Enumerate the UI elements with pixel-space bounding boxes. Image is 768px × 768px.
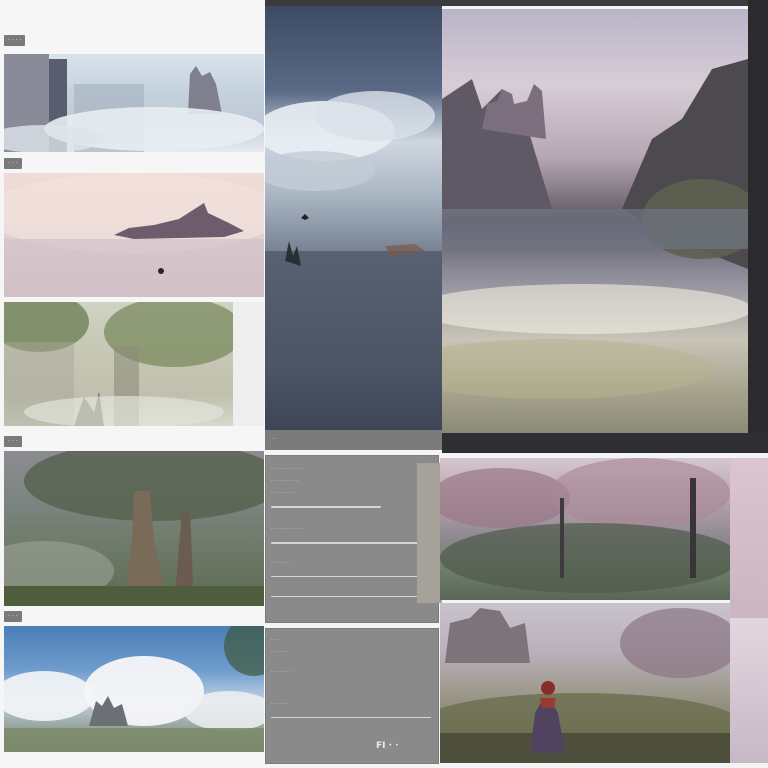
misty-forest-painting <box>4 302 233 426</box>
thumbnail-label-chip[interactable]: · · · · <box>4 35 26 46</box>
thumbnail-castle-figure[interactable] <box>440 603 730 763</box>
thumbnail-blossom-forest[interactable] <box>440 458 730 600</box>
panel-text-line: · · · · · · · <box>271 669 292 675</box>
thumbnail-label-chip[interactable]: · · · <box>4 436 22 447</box>
panel-text-line: · · · · · · · · <box>271 490 295 496</box>
castle-lake-painting <box>392 59 762 399</box>
main-canvas-castle-lake[interactable] <box>392 9 762 433</box>
castle-figure-painting <box>440 608 730 763</box>
panel-rule <box>271 506 381 508</box>
panel-footer-text: FI · · <box>376 741 399 751</box>
large-tree-painting <box>4 451 264 606</box>
right-dark-strip <box>748 0 768 435</box>
thumbnail-label-chip[interactable]: · · · <box>4 611 22 622</box>
prompt-panel: · · · · · · · · · · · · · · · · · · · · … <box>265 628 439 764</box>
thumbnail-misty-ship[interactable] <box>4 173 264 297</box>
panel-rule <box>271 576 431 577</box>
castle-clouds-painting <box>4 54 264 152</box>
lake-clouds-painting <box>255 91 442 371</box>
blossom-forest-painting <box>440 458 730 593</box>
panel-edge-strip <box>417 463 442 603</box>
settings-panel: · · · · · · · · · · · · · · · · · · · · … <box>265 455 439 623</box>
thumbnail-blue-sky-castle[interactable] <box>4 626 264 752</box>
panel-text-line: · · · · · · <box>271 701 289 707</box>
panel-text-line: · · · · · · · · · <box>271 478 299 484</box>
thumbnail-large-tree[interactable] <box>4 451 264 606</box>
image-gallery: · · · · · · · · · · · · · · · · · · · · … <box>0 0 768 768</box>
panel-rule <box>271 542 421 544</box>
main-canvas-lake[interactable] <box>255 6 442 430</box>
canvas-a-footer: · · · <box>265 430 442 450</box>
dark-divider <box>442 433 768 453</box>
canvas-a-footer-label: · · · <box>269 436 277 442</box>
bird-icon <box>301 214 309 220</box>
panel-text-line: · · · · · · · · · · <box>271 466 302 472</box>
panel-text-line: · · · <box>271 637 279 643</box>
thumbnail-gap <box>233 302 264 426</box>
panel-text-line: · · · · · · · <box>271 560 292 566</box>
panel-text-line: · · · · · · · · · · <box>271 526 302 532</box>
panel-rule <box>271 596 431 597</box>
thumbnail-misty-forest[interactable] <box>4 302 233 426</box>
thumbnail-label-chip[interactable]: · · · <box>4 158 22 169</box>
blue-sky-castle-painting <box>4 626 264 752</box>
panel-text-line: · · · · · · <box>271 649 289 655</box>
thumbnail-castle-clouds[interactable] <box>4 54 264 152</box>
edge-painting-strip <box>730 458 768 618</box>
misty-ship-painting <box>4 173 264 297</box>
left-thumbnail-column: · · · · · · · · · · · · · <box>0 0 265 768</box>
edge-painting-strip <box>730 618 768 763</box>
panel-rule <box>271 717 431 718</box>
